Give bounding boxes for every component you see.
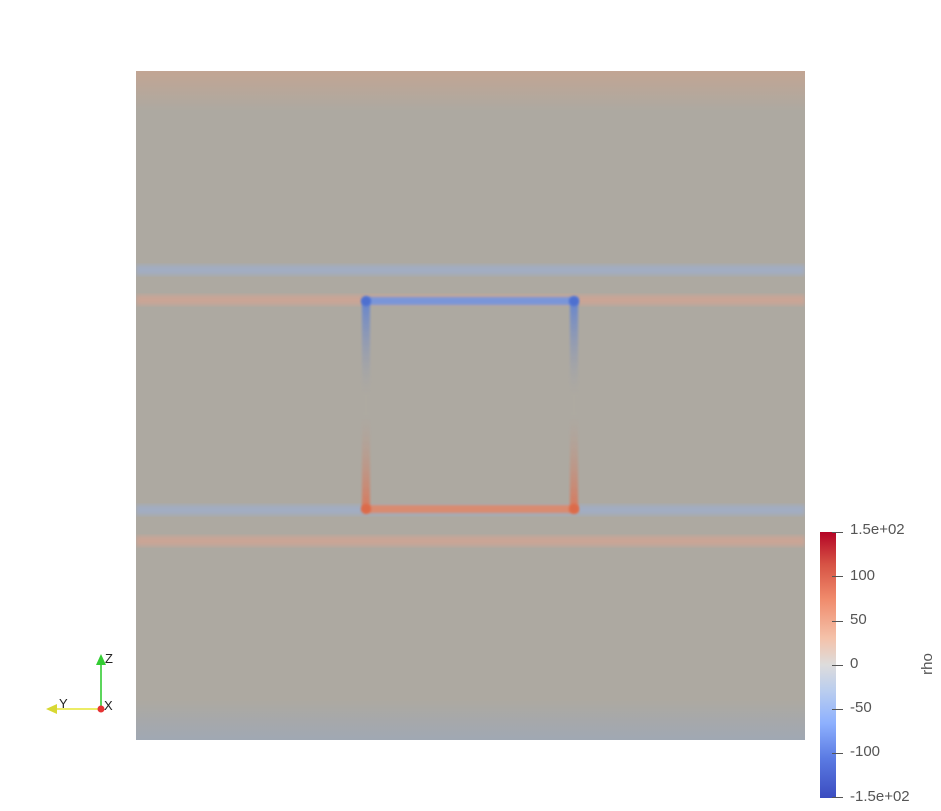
field-svg <box>136 71 805 740</box>
colorbar-tick <box>832 532 843 533</box>
field-background <box>136 71 805 740</box>
bottom-negative-region <box>136 700 805 740</box>
square-left-edge <box>362 299 370 511</box>
square-corner-bottom-right <box>569 504 579 514</box>
colorbar-label-neg50: -50 <box>850 699 872 716</box>
square-top-edge <box>364 297 578 305</box>
colorbar-title: rho <box>919 653 936 675</box>
colorbar-tick <box>832 753 843 754</box>
colorbar-label-50: 50 <box>850 611 867 628</box>
colorbar-tick <box>832 709 843 710</box>
orientation-axes: Z Y X <box>40 645 130 725</box>
negative-band-upper <box>136 265 805 275</box>
square-bottom-edge <box>364 505 578 513</box>
y-axis-label: Y <box>59 696 68 711</box>
x-axis-label: X <box>104 698 113 713</box>
top-positive-region <box>136 71 805 111</box>
square-corner-top-left <box>361 296 371 306</box>
colorbar-label-100: 100 <box>850 567 876 584</box>
colorbar-tick <box>832 621 843 622</box>
z-axis-label: Z <box>105 651 113 666</box>
positive-band-lower <box>136 536 805 546</box>
colorbar-label-min: -1.5e+02 <box>850 788 910 805</box>
colorbar-tick <box>832 665 843 666</box>
square-right-edge <box>570 299 578 511</box>
square-corner-top-right <box>569 296 579 306</box>
y-axis-arrow-icon <box>46 704 57 714</box>
colorbar-label-max: 1.5e+02 <box>850 521 905 538</box>
render-viewport[interactable]: 1.5e+02 100 50 0 -50 -100 -1.5e+02 rho Z… <box>0 0 941 811</box>
colorbar-tick <box>832 576 843 577</box>
orientation-axes-svg <box>46 654 106 714</box>
colorbar-label-0: 0 <box>850 655 859 672</box>
colorbar-tick <box>832 797 843 798</box>
square-corner-bottom-left <box>361 504 371 514</box>
rho-field-render[interactable] <box>136 71 805 740</box>
colorbar-label-neg100: -100 <box>850 743 881 760</box>
